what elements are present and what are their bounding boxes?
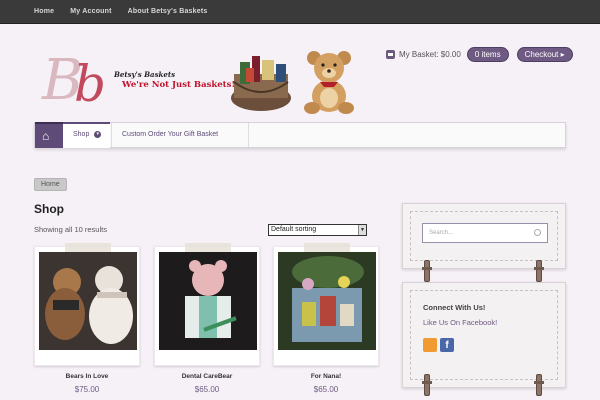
product-name-bears-in-love[interactable]: Bears In Love <box>34 373 140 380</box>
top-nav-home[interactable]: Home <box>34 0 54 24</box>
clothespin-peg <box>534 374 544 396</box>
logo-letter-b-small: b <box>74 55 107 113</box>
clothespin-peg <box>422 260 432 282</box>
nav-item-shop-label: Shop <box>73 131 90 138</box>
product-image-dental-carebear[interactable] <box>159 252 257 350</box>
product-image-bears-in-love[interactable] <box>39 252 137 350</box>
breadcrumb[interactable]: Home <box>34 178 67 191</box>
product-name-dental-carebear[interactable]: Dental CareBear <box>154 373 260 380</box>
main-nav: ⌂ Shop ▾ Custom Order Your Gift Basket <box>34 122 566 148</box>
product-price-dental-carebear: $65.00 <box>194 385 220 394</box>
logo-name: Betsy's Baskets <box>114 70 176 79</box>
dropdown-arrow-icon[interactable]: ▼ <box>358 225 366 235</box>
sort-select-value: Default sorting <box>271 226 317 233</box>
gift-basket-image <box>231 56 291 111</box>
search-input[interactable]: Search... <box>422 223 548 243</box>
nav-home-button[interactable]: ⌂ <box>35 122 63 148</box>
product-image-for-nana[interactable] <box>278 252 376 350</box>
connect-widget: Connect With Us! Like Us On Facebook! f <box>402 282 566 388</box>
checkout-button[interactable]: Checkout ▸ <box>516 46 573 62</box>
product-card-bears-in-love[interactable] <box>34 243 140 366</box>
facebook-icon[interactable]: f <box>440 338 454 352</box>
nav-item-shop[interactable]: Shop ▾ <box>63 122 110 148</box>
sort-select[interactable]: Default sorting ▼ <box>268 224 367 236</box>
search-icon[interactable] <box>534 229 541 236</box>
search-placeholder: Search... <box>429 230 454 236</box>
top-bar: Home My Account About Betsy's Baskets <box>0 0 600 24</box>
rss-icon[interactable] <box>423 338 437 352</box>
nav-item-custom-order[interactable]: Custom Order Your Gift Basket <box>111 123 249 147</box>
product-card-for-nana[interactable] <box>273 243 379 366</box>
product-name-for-nana[interactable]: For Nana! <box>273 373 379 380</box>
top-nav-my-account[interactable]: My Account <box>70 0 111 24</box>
cart-summary: My Basket: $0.00 0 items Checkout ▸ <box>386 46 573 62</box>
cart-items-button[interactable]: 0 items <box>466 46 509 62</box>
product-price-for-nana: $65.00 <box>313 385 339 394</box>
page-title: Shop <box>34 202 64 216</box>
result-count: Showing all 10 results <box>34 225 107 234</box>
cart-total[interactable]: My Basket: $0.00 <box>399 50 461 59</box>
site-logo[interactable]: B b Betsy's Baskets We're Not Just Baske… <box>40 46 235 122</box>
top-nav: Home My Account About Betsy's Baskets <box>34 0 223 24</box>
top-nav-about[interactable]: About Betsy's Baskets <box>128 0 208 24</box>
product-price-bears-in-love: $75.00 <box>74 385 100 394</box>
logo-tagline: We're Not Just Baskets! <box>122 80 236 90</box>
clothespin-peg <box>422 374 432 396</box>
connect-title: Connect With Us! <box>423 303 486 312</box>
chevron-down-icon: ▾ <box>94 130 102 138</box>
product-card-dental-carebear[interactable] <box>154 243 260 366</box>
basket-icon <box>386 49 395 59</box>
home-icon: ⌂ <box>42 129 50 143</box>
facebook-link[interactable]: Like Us On Facebook! <box>423 318 497 327</box>
teddy-bear-image <box>304 51 354 114</box>
clothespin-peg <box>534 260 544 282</box>
